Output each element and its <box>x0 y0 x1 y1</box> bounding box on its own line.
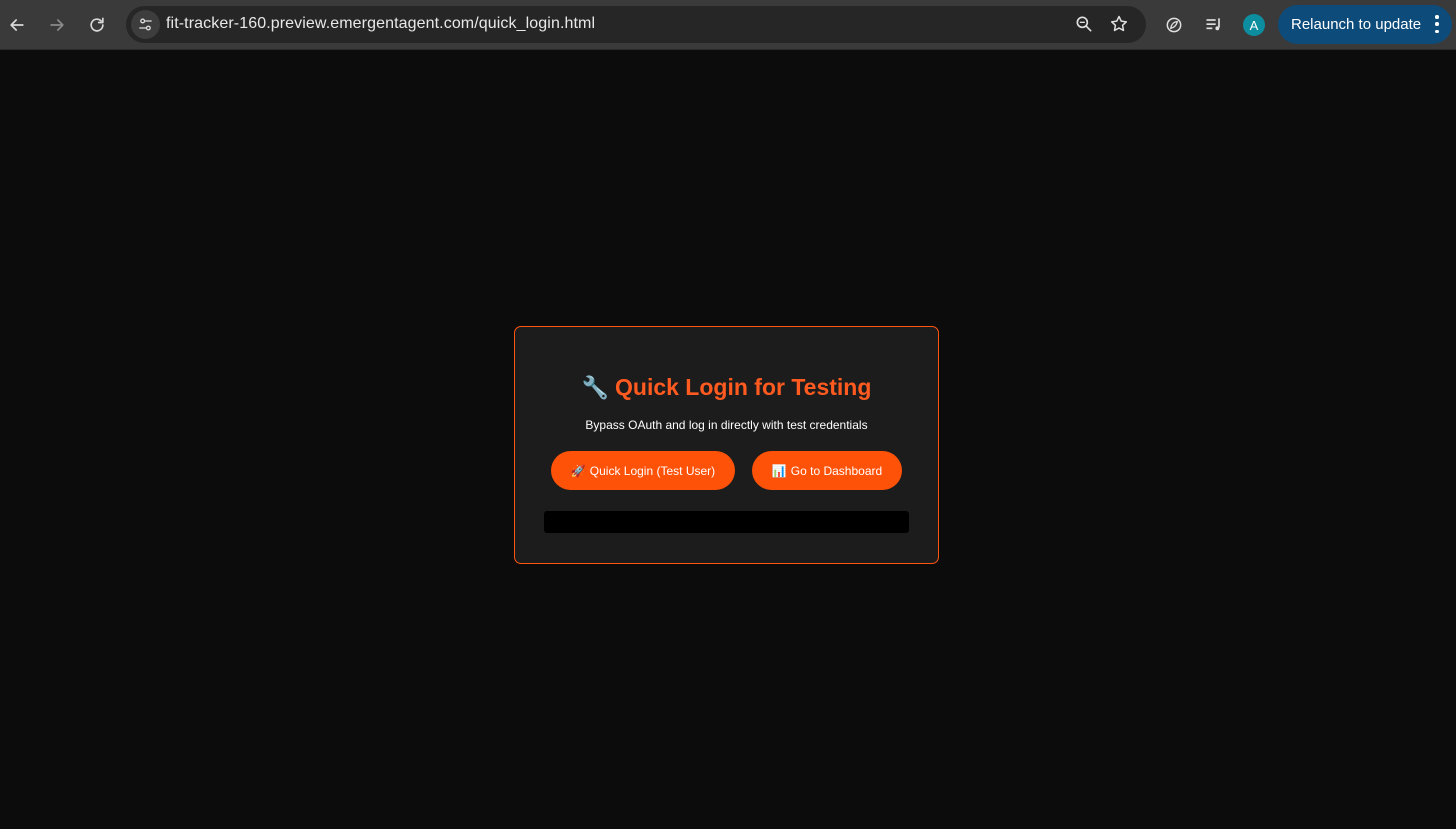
address-bar[interactable]: fit-tracker-160.preview.emergentagent.co… <box>126 6 1146 43</box>
reload-button[interactable] <box>81 9 113 41</box>
bar-chart-icon: 📊 <box>771 463 787 478</box>
quick-login-label: Quick Login (Test User) <box>589 463 716 478</box>
relaunch-button[interactable]: Relaunch to update <box>1278 5 1452 44</box>
dashboard-label: Go to Dashboard <box>790 463 883 478</box>
arrow-left-icon <box>10 19 24 31</box>
go-to-dashboard-button[interactable]: 📊 Go to Dashboard <box>752 451 902 490</box>
site-info-button[interactable] <box>131 10 160 39</box>
quick-login-button[interactable]: 🚀 Quick Login (Test User) <box>551 451 735 490</box>
tune-icon <box>139 18 152 31</box>
forward-button[interactable] <box>41 9 73 41</box>
extension-button[interactable] <box>1162 13 1186 37</box>
title-text: Quick Login for Testing <box>615 374 872 400</box>
profile-avatar[interactable]: A <box>1243 14 1265 36</box>
back-button[interactable] <box>1 9 33 41</box>
subtitle: Bypass OAuth and log in directly with te… <box>585 418 868 432</box>
more-vert-icon[interactable] <box>1434 15 1440 33</box>
page-title: 🔧 Quick Login for Testing <box>515 374 938 401</box>
magnifier-icon <box>1076 16 1092 32</box>
star-icon <box>1110 15 1128 32</box>
browser-toolbar: fit-tracker-160.preview.emergentagent.co… <box>0 0 1456 50</box>
quick-login-card: 🔧 Quick Login for Testing Bypass OAuth an… <box>514 326 939 564</box>
relaunch-label: Relaunch to update <box>1291 16 1422 33</box>
url-text[interactable]: fit-tracker-160.preview.emergentagent.co… <box>166 15 595 33</box>
rocket-icon: 🚀 <box>570 463 586 478</box>
reload-icon <box>90 17 104 32</box>
zoom-button[interactable] <box>1073 13 1095 35</box>
arrow-right-icon <box>50 19 64 31</box>
leaf-icon <box>1166 17 1182 33</box>
media-control-button[interactable] <box>1202 13 1226 37</box>
wrench-icon: 🔧 <box>581 375 609 400</box>
bookmark-button[interactable] <box>1108 13 1130 35</box>
status-message <box>544 511 909 533</box>
media-queue-icon <box>1206 18 1220 31</box>
